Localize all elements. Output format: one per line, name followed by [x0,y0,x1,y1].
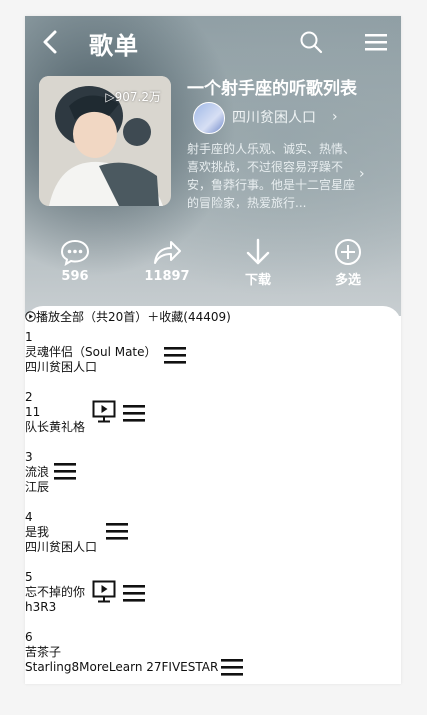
song-index: 3 [25,450,33,464]
mv-icon[interactable] [92,400,116,424]
search-icon[interactable] [299,30,323,54]
play-all-bar: 播放全部（共20首）＋收藏(44409) [25,308,231,325]
top-nav-bar: 歌单 [25,16,401,68]
playlist-screen: 歌单 ▷907.2万 一个射手座的听歌列表 四川贫困人口 › 射手座的人乐观、诚… [25,16,401,684]
download-icon [246,238,270,265]
song-title: 灵魂伴侣（Soul Mate） [25,345,157,359]
song-artist: 队长黄礼格 [25,420,86,434]
action-bar: 596 11897 下载 多选 [25,238,401,298]
song-artist: Starling8MoreLearn 27FIVESTAR [25,660,219,674]
playlist-header: 歌单 ▷907.2万 一个射手座的听歌列表 四川贫困人口 › 射手座的人乐观、诚… [25,16,401,316]
song-artist: 四川贫困人口 [25,360,98,374]
song-index: 1 [25,330,33,344]
mv-icon[interactable] [92,580,116,604]
song-title: 苦茶子 [25,645,62,659]
song-title: 11 [25,405,41,419]
play-circle-icon[interactable] [25,311,36,322]
share-icon [154,241,181,264]
song-row[interactable]: 3 流浪 江辰 [25,450,401,495]
back-arrow-icon[interactable] [39,28,63,56]
playlist-description[interactable]: 射手座的人乐观、诚实、热情、喜欢挑战，不过很容易浮躁不安，鲁莽行事。他是十二宫星… [187,140,359,212]
multi-select-label: 多选 [334,273,361,288]
creator-name[interactable]: 四川贫困人口 [232,107,316,127]
song-row[interactable]: 1 灵魂伴侣（Soul Mate） 四川贫困人口 [25,330,401,375]
download-button[interactable]: 下载 [218,238,298,288]
menu-icon[interactable] [365,32,387,52]
song-index: 5 [25,570,33,584]
song-row[interactable]: 4 是我 四川贫困人口 [25,510,401,555]
play-all-button[interactable]: 播放全部（共20首） [36,310,147,324]
song-title: 是我 [25,525,50,539]
download-label: 下载 [244,273,271,288]
comment-count: 596 [61,269,89,284]
song-title: 流浪 [25,465,50,479]
more-menu-icon[interactable] [122,582,146,604]
song-index: 2 [25,390,33,404]
more-menu-icon[interactable] [53,460,77,482]
collect-button[interactable]: ＋收藏(44409) [147,310,231,324]
song-index: 6 [25,630,33,644]
share-button[interactable]: 11897 [127,238,207,284]
comment-icon [60,239,90,266]
playlist-name: 一个射手座的听歌列表 [187,79,357,99]
song-artist: 四川贫困人口 [25,540,98,554]
more-menu-icon[interactable] [105,520,129,542]
playlist-cover[interactable]: ▷907.2万 [39,76,171,206]
chevron-right-icon[interactable]: › [332,109,338,125]
comment-button[interactable]: 596 [35,238,115,284]
more-menu-icon[interactable] [220,656,244,678]
song-row[interactable]: 6 苦茶子 Starling8MoreLearn 27FIVESTAR [25,630,401,678]
page-title: 歌单 [89,32,139,60]
song-row[interactable]: 2 11 队长黄礼格 [25,390,401,435]
play-count: ▷907.2万 [105,90,161,104]
song-list: 播放全部（共20首）＋收藏(44409) 1 灵魂伴侣（Soul Mate） 四… [25,306,401,684]
plus-circle-icon [335,239,361,265]
play-count-icon: ▷ [105,90,115,104]
creator-avatar[interactable] [193,102,225,134]
more-menu-icon[interactable] [163,344,187,366]
song-title: 忘不掉的你 [25,585,86,599]
song-artist: 江辰 [25,480,50,494]
song-row[interactable]: 5 忘不掉的你 h3R3 [25,570,401,615]
song-index: 4 [25,510,33,524]
multi-select-button[interactable]: 多选 [308,238,388,288]
song-artist: h3R3 [25,600,57,614]
chevron-right-icon[interactable]: › [359,166,365,182]
share-count: 11897 [144,269,190,284]
more-menu-icon[interactable] [122,402,146,424]
